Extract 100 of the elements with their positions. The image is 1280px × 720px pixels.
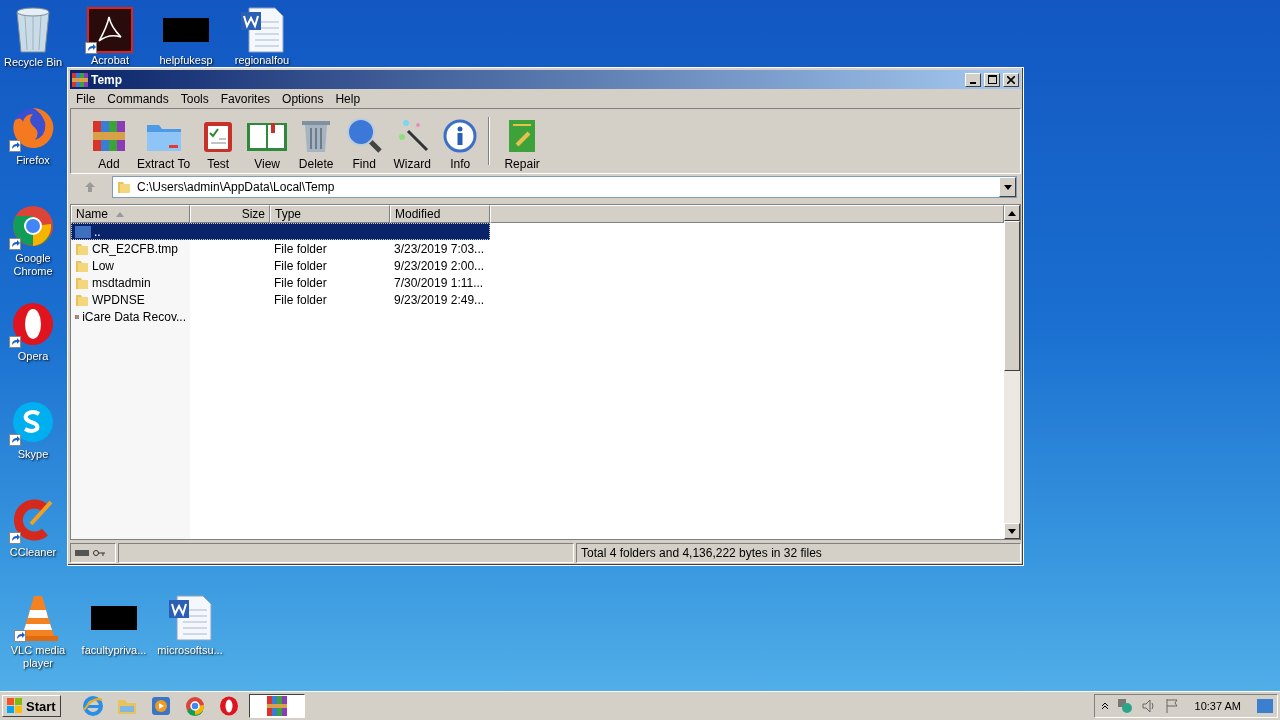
clipboard-checklist-icon <box>203 119 234 153</box>
toolbar-button[interactable]: Delete <box>292 113 341 171</box>
file-modified: 9/23/2019 2:00... <box>394 258 485 273</box>
folder-icon <box>75 275 89 290</box>
chevron-up-icon[interactable] <box>1100 702 1109 710</box>
file-name: .. <box>94 224 101 239</box>
file-name: Low <box>92 258 114 273</box>
toolbar-button[interactable]: Info <box>436 113 485 171</box>
file-row[interactable]: .. <box>71 223 490 240</box>
file-name: msdtadmin <box>92 275 151 290</box>
desktop-icon-label[interactable]: Recycle Bin <box>0 56 66 69</box>
clock[interactable]: 10:37 AM <box>1194 700 1241 712</box>
minimize-icon <box>970 81 976 84</box>
start-button[interactable]: Start <box>2 695 61 717</box>
speaker-icon[interactable] <box>1140 698 1157 714</box>
file-type: File folder <box>274 241 327 256</box>
minimize-button[interactable] <box>965 72 981 87</box>
file-row[interactable]: Low File folder 9/23/2019 2:00... <box>71 257 490 274</box>
toolbar-button[interactable]: Repair <box>498 113 547 171</box>
recycle-bin-icon <box>13 6 53 54</box>
archive-icon <box>266 696 287 716</box>
file-modified: 7/30/2019 1:11... <box>394 275 484 290</box>
skype-icon <box>11 400 55 444</box>
menu-item[interactable]: Options <box>276 91 330 106</box>
status-text: Total 4 folders and 4,136,222 bytes in 32 files <box>581 546 822 560</box>
menu-item[interactable]: Help <box>329 91 367 106</box>
firefox-icon <box>11 106 55 150</box>
desktop-icon-label[interactable]: Google Chrome <box>0 252 66 278</box>
magnifier-icon <box>346 117 383 153</box>
column-header[interactable]: Size <box>190 205 270 223</box>
word-document-icon <box>167 594 213 642</box>
desktop-icon-label[interactable]: Opera <box>0 350 66 363</box>
toolbar-button[interactable]: View <box>242 113 293 171</box>
play-icon <box>150 696 171 716</box>
toolbar-button[interactable]: Find <box>340 113 389 171</box>
chrome-icon <box>11 204 55 248</box>
caret-down-icon <box>1008 528 1016 534</box>
opera-icon <box>218 696 239 716</box>
windows-logo-icon <box>7 698 23 714</box>
vertical-scrollbar[interactable] <box>1004 205 1020 539</box>
menu-item[interactable]: File <box>70 91 102 106</box>
toolbar-button[interactable]: Extract To <box>133 113 195 171</box>
toolbar-button[interactable]: Wizard <box>388 113 437 171</box>
flag-icon[interactable] <box>1164 698 1179 714</box>
menu-item[interactable]: Tools <box>174 91 215 106</box>
network-icon[interactable] <box>1116 698 1133 714</box>
caret-down-icon <box>1003 184 1012 190</box>
parent-folder-icon <box>75 225 91 238</box>
folder-icon <box>116 697 137 715</box>
address-field[interactable]: C:\Users\admin\AppData\Local\Temp <box>112 176 1017 198</box>
chrome-icon <box>184 696 205 716</box>
dropdown-button[interactable] <box>999 177 1016 197</box>
desktop-icon-label[interactable]: regionalfou <box>225 54 299 67</box>
file-row[interactable]: CR_E2CFB.tmp File folder 3/23/2019 7:03... <box>71 240 490 257</box>
folder-icon <box>117 180 131 194</box>
window-title: Temp <box>91 72 124 87</box>
archive-icon <box>72 72 88 87</box>
desktop-icon-label[interactable]: Skype <box>0 448 66 461</box>
menu-item[interactable]: Commands <box>101 91 175 106</box>
archive-books-icon <box>91 119 127 153</box>
folder-icon <box>75 241 89 256</box>
file-modified: 3/23/2019 7:03... <box>394 241 485 256</box>
word-document-icon <box>239 6 285 54</box>
file-row[interactable]: WPDNSE File folder 9/23/2019 2:49... <box>71 291 490 308</box>
file-modified: 9/23/2019 2:49... <box>394 292 485 307</box>
column-header[interactable]: Type <box>270 205 390 223</box>
desktop-icon-label[interactable]: helpfukesp <box>149 54 223 67</box>
file-name: iCare Data Recov... <box>82 309 186 324</box>
menu-item[interactable]: Favorites <box>214 91 277 106</box>
taskbar-app-button[interactable] <box>248 694 305 718</box>
file-type: File folder <box>274 275 327 290</box>
desktop-icon-label[interactable]: Firefox <box>0 154 66 167</box>
toolbar-button[interactable]: Add <box>85 113 133 171</box>
file-name: CR_E2CFB.tmp <box>92 241 179 256</box>
open-book-icon <box>246 121 289 153</box>
drive-icon <box>75 550 89 556</box>
ccleaner-icon <box>11 498 55 542</box>
sort-arrow-icon <box>116 211 124 217</box>
maximize-icon <box>987 75 997 84</box>
up-arrow-icon <box>84 181 96 193</box>
acrobat-icon <box>87 7 133 53</box>
close-button[interactable] <box>1003 72 1019 87</box>
caret-up-icon <box>1008 210 1016 216</box>
key-icon <box>93 549 105 557</box>
column-header[interactable]: Modified <box>390 205 490 223</box>
file-name: WPDNSE <box>92 292 145 307</box>
redacted-block-icon <box>163 18 209 42</box>
toolbar-button[interactable]: Test <box>194 113 243 171</box>
file-type: File folder <box>274 292 327 307</box>
maximize-button[interactable] <box>984 72 1000 87</box>
file-type: File folder <box>274 258 327 273</box>
browser-e-icon <box>82 696 103 716</box>
book-icon <box>507 119 538 153</box>
desktop-icon-label[interactable]: Acrobat <box>73 54 147 67</box>
redacted-block-icon <box>91 606 137 630</box>
folder-icon <box>75 258 89 273</box>
file-row[interactable]: msdtadmin File folder 7/30/2019 1:11... <box>71 274 490 291</box>
close-icon <box>1007 75 1015 84</box>
file-row[interactable]: iCare Data Recov... <box>71 308 490 325</box>
column-header[interactable]: Name <box>71 205 190 223</box>
